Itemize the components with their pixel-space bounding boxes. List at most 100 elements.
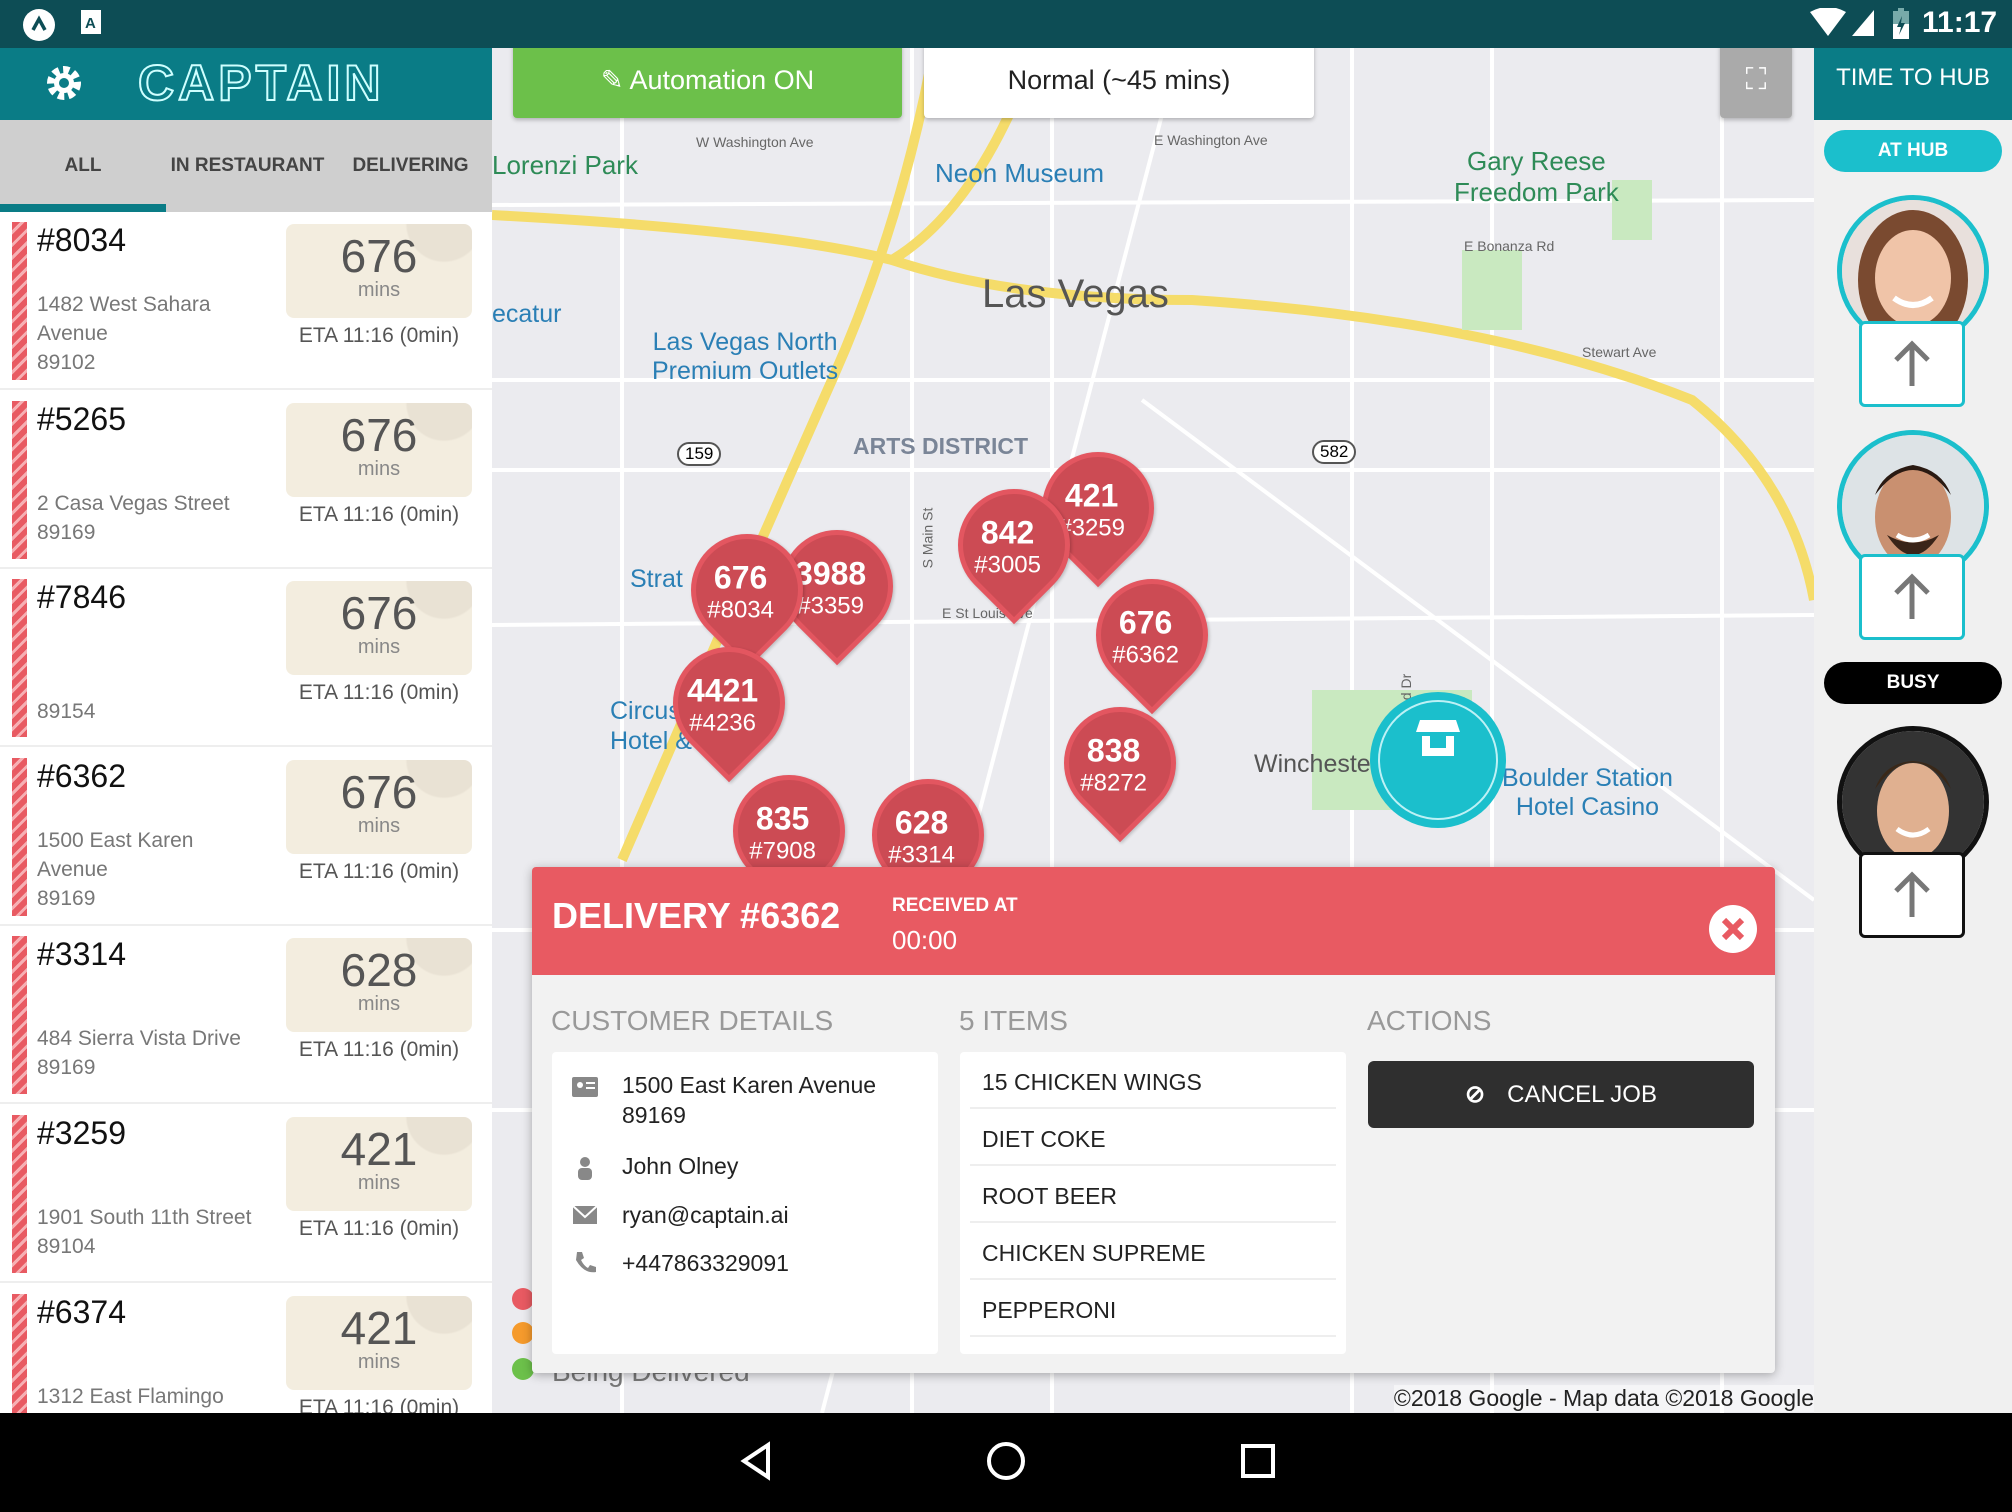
tab-all[interactable]: ALL — [0, 120, 166, 212]
tab-in-restaurant[interactable]: IN RESTAURANT — [166, 120, 329, 212]
order-list-item[interactable]: #3314 484 Sierra Vista Drive 89169 628 min… — [0, 926, 492, 1105]
map-label-outlets: Las Vegas North Premium Outlets — [652, 328, 839, 385]
street-label: E Washington Ave — [1154, 132, 1268, 148]
street-label: E Bonanza Rd — [1464, 238, 1555, 254]
items-card: 15 CHICKEN WINGS DIET COKE ROOT BEER CHI… — [960, 1052, 1346, 1354]
arrow-up-icon — [1894, 340, 1930, 386]
clock: 11:17 — [1922, 6, 1998, 39]
order-eta: ETA 11:16 (0min) — [298, 502, 460, 526]
status-stripe — [12, 1115, 27, 1273]
time-badge: 676 mins — [286, 402, 472, 497]
time-badge: 676 mins — [286, 224, 472, 318]
order-list[interactable]: #8034 1482 West Sahara Avenue 89102 676 min… — [0, 212, 492, 1413]
order-id: #6374 — [37, 1293, 126, 1330]
arrow-up-icon — [1894, 871, 1930, 917]
android-nav-bar — [0, 1413, 2012, 1512]
customer-email[interactable]: ryan@captain.ai — [622, 1200, 789, 1230]
minutes-unit: mins — [357, 636, 401, 659]
battery-charging-icon — [1893, 8, 1909, 39]
customer-address: 1500 East Karen Avenue 89169 — [622, 1072, 877, 1128]
magic-wand-icon: ✎ — [600, 65, 630, 95]
order-address: 1312 East FlamingoRoad — [37, 1384, 224, 1408]
order-list-item[interactable]: #6362 1500 East Karen Avenue 89169 676 mins… — [0, 747, 492, 926]
busy-badge: BUSY — [1824, 662, 2002, 704]
item-row: ROOT BEER — [970, 1166, 1336, 1223]
delivery-mode-select[interactable]: Normal (~45 mins) — [924, 42, 1314, 118]
street-label: S Main St — [919, 507, 936, 569]
order-list-item[interactable]: #8034 1482 West Sahara Avenue 89102 676 min… — [0, 212, 492, 390]
time-badge: 628 mins — [286, 938, 472, 1033]
person-icon — [578, 1157, 592, 1180]
items-heading: 5 ITEMS — [959, 1005, 1068, 1036]
delivery-title: DELIVERY #6362 — [552, 895, 841, 936]
status-stripe — [12, 936, 27, 1095]
arrow-up-icon — [1894, 573, 1930, 619]
close-icon[interactable] — [1708, 904, 1758, 954]
order-list-item[interactable]: #5265 2 Casa Vegas Street 89169 676 mins E… — [0, 390, 492, 569]
signal-icon — [1852, 10, 1874, 36]
map-label-park-2: Gary Reese Freedom Park — [1454, 146, 1619, 207]
cancel-job-label: CANCEL JOB — [1507, 1081, 1657, 1108]
map-label-city: Las Vegas — [982, 272, 1169, 316]
order-tabs: ALL IN RESTAURANT DELIVERING — [0, 120, 492, 212]
map-label-hotel: Boulder Station Hotel Casino — [1502, 764, 1673, 821]
order-eta: ETA 11:16 (0min) — [298, 859, 460, 883]
automation-label: Automation ON — [629, 65, 815, 95]
legend-dot-red — [512, 1288, 534, 1310]
cancel-job-button[interactable]: ⊘ CANCEL JOB — [1368, 1061, 1754, 1128]
hub-marker[interactable] — [1370, 692, 1506, 828]
street-label: W Washington Ave — [696, 134, 814, 150]
customer-name: John Olney — [622, 1153, 739, 1179]
minutes-unit: mins — [357, 457, 401, 480]
customer-phone[interactable]: +447863329091 — [622, 1248, 789, 1278]
minutes-value: 421 — [340, 1123, 418, 1175]
email-icon — [572, 1205, 598, 1224]
time-to-hub-heading: TIME TO HUB — [1814, 48, 2012, 120]
order-list-item[interactable]: #6374 1312 East FlamingoRoad 421mins ETA… — [0, 1283, 492, 1413]
send-to-hub-button[interactable] — [1859, 321, 1965, 407]
map-copyright: ©2018 Google - Map data ©2018 Google — [1393, 1385, 1814, 1412]
ban-icon: ⊘ — [1465, 1081, 1486, 1108]
recents-icon[interactable] — [1240, 1443, 1276, 1479]
minutes-value: 676 — [340, 765, 418, 818]
status-bar: A 11:17 — [0, 0, 2012, 48]
minutes-value: 676 — [340, 408, 418, 461]
fullscreen-button[interactable]: ⛶ — [1720, 42, 1792, 118]
time-badge: 421 mins — [286, 1295, 472, 1390]
received-label: RECEIVED AT — [892, 895, 1018, 916]
wifi-icon — [1810, 8, 1846, 36]
status-stripe — [12, 1293, 27, 1413]
map-label-park: Lorenzi Park — [492, 150, 638, 180]
captain-logo: CAPTAIN — [137, 54, 385, 112]
legend-dot-orange — [512, 1322, 534, 1344]
automation-toggle-button[interactable]: ✎ Automation ON — [513, 42, 902, 118]
order-id: #7846 — [37, 579, 126, 616]
tab-delivering[interactable]: DELIVERING — [329, 120, 492, 212]
send-to-hub-button[interactable] — [1859, 852, 1965, 938]
address-card-icon — [572, 1077, 598, 1097]
order-address: 1500 East Karen Avenue 89169 — [37, 828, 194, 910]
order-list-item[interactable]: #7846 89154 676 mins ETA 11:16 (0min) — [0, 569, 492, 748]
order-list-item[interactable]: #3259 1901 South 11th Street 89104 421 min… — [0, 1105, 492, 1283]
home-icon[interactable] — [985, 1440, 1027, 1482]
send-to-hub-button[interactable] — [1859, 554, 1965, 640]
order-id: #8034 — [37, 222, 126, 258]
received-time: 00:00 — [892, 925, 958, 955]
app-header: CAPTAIN — [0, 48, 492, 120]
delivery-header: DELIVERY #6362 RECEIVED AT 00:00 — [532, 867, 1775, 975]
item-row: DIET COKE — [970, 1109, 1336, 1166]
status-stripe — [12, 757, 27, 916]
at-hub-badge: AT HUB — [1824, 130, 2002, 172]
map-label-winchester: Winchester — [1254, 750, 1380, 778]
store-icon — [1416, 720, 1460, 756]
order-eta: ETA 11:16 (0min) — [298, 681, 460, 705]
order-address: 89154 — [37, 700, 96, 724]
back-icon[interactable] — [738, 1441, 774, 1481]
street-label: Stewart Ave — [1582, 344, 1657, 360]
minutes-unit: mins — [357, 1172, 401, 1194]
order-eta: ETA 11:16 (0min) — [298, 1217, 460, 1240]
order-address: 1482 West Sahara Avenue 89102 — [37, 293, 211, 374]
gear-icon[interactable] — [44, 63, 84, 103]
time-badge: 421 mins — [286, 1117, 472, 1211]
minutes-value: 676 — [340, 587, 418, 640]
